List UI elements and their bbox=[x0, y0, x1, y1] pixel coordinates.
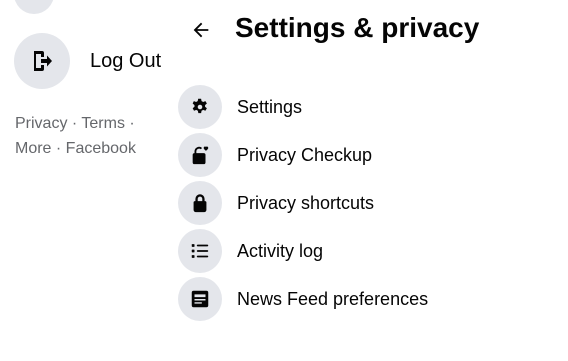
news-feed-icon bbox=[178, 277, 222, 321]
back-arrow-icon bbox=[193, 22, 209, 38]
footer-line-1[interactable]: Privacy · Terms · bbox=[15, 111, 165, 136]
page-title: Settings & privacy bbox=[235, 12, 480, 43]
menu-item-label: Privacy shortcuts bbox=[237, 192, 375, 213]
footer-line-2[interactable]: More · Facebook bbox=[15, 136, 165, 161]
partial-menu-icon[interactable] bbox=[14, 0, 54, 14]
menu-item-label: Settings bbox=[237, 96, 303, 117]
menu-item-label: News Feed preferences bbox=[237, 288, 429, 309]
menu-item-news-feed-preferences[interactable]: News Feed preferences bbox=[178, 267, 558, 331]
settings-privacy-panel: Settings & privacy Settings Privacy Chec… bbox=[161, 0, 568, 361]
back-button[interactable] bbox=[185, 14, 217, 46]
logout-icon bbox=[14, 33, 70, 89]
footer-links: Privacy · Terms · More · Facebook bbox=[15, 111, 165, 161]
settings-menu: Settings Privacy Checkup Privacy shortcu… bbox=[178, 75, 558, 331]
logout-label: Log Out bbox=[90, 49, 162, 72]
panel-header: Settings & privacy bbox=[161, 8, 568, 52]
logout-menu-item[interactable]: Log Out bbox=[14, 33, 161, 89]
menu-item-label: Privacy Checkup bbox=[237, 144, 373, 165]
menu-item-label: Activity log bbox=[237, 240, 324, 261]
